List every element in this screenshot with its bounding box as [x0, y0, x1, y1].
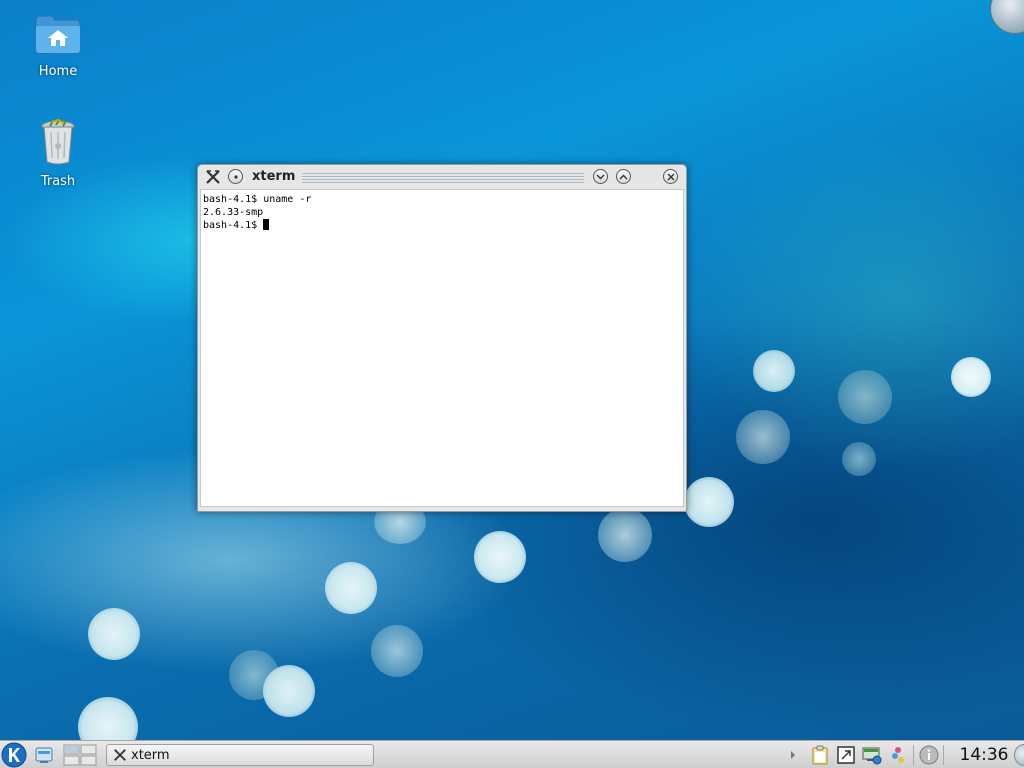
text-cursor — [263, 219, 270, 230]
desktop-toolbox-cashew[interactable] — [990, 0, 1024, 34]
close-icon[interactable] — [663, 169, 678, 184]
bokeh-light — [263, 665, 315, 717]
window-titlebar[interactable]: xterm — [198, 165, 686, 189]
network-icon[interactable] — [860, 743, 884, 767]
xterm-window[interactable]: xterm bash-4.1$ uname -r 2.6.33-smp bash-4… — [197, 164, 687, 512]
clock[interactable]: 14:36 — [944, 741, 1024, 768]
window-menu-icon[interactable] — [228, 169, 243, 184]
titlebar-decoration — [302, 173, 584, 183]
bokeh-light — [684, 477, 734, 527]
desktop-icon-label: Trash — [40, 174, 76, 189]
info-icon[interactable] — [916, 743, 942, 767]
taskbar: xterm 14:36 — [0, 740, 1024, 768]
taskbar-task-xterm[interactable]: xterm — [106, 744, 374, 766]
bokeh-light — [838, 370, 892, 424]
tray-expand-arrow-icon[interactable] — [786, 743, 800, 767]
clipboard-icon[interactable] — [808, 743, 832, 767]
terminal-prompt-line: bash-4.1$ — [203, 219, 681, 232]
file-manager-launcher-icon[interactable] — [32, 743, 56, 767]
device-notifier-icon[interactable] — [834, 743, 858, 767]
window-title: xterm — [252, 169, 296, 184]
bokeh-light — [842, 442, 876, 476]
terminal-line: bash-4.1$ — [203, 220, 264, 231]
folder-home-icon — [34, 15, 82, 60]
minimize-icon[interactable] — [593, 169, 608, 184]
bokeh-light — [88, 608, 140, 660]
bokeh-light — [736, 410, 790, 464]
desktop-icon-home[interactable]: Home — [18, 12, 98, 79]
terminal-line: bash-4.1$ uname -r — [203, 194, 312, 205]
bokeh-light — [753, 350, 795, 392]
xterm-icon[interactable] — [203, 167, 223, 187]
desktop-icon-label: Home — [38, 64, 78, 79]
color-icon[interactable] — [886, 743, 910, 767]
xterm-icon — [113, 748, 127, 762]
bokeh-light — [474, 531, 526, 583]
kde-kickoff-icon[interactable] — [0, 741, 28, 768]
terminal-area[interactable]: bash-4.1$ uname -r 2.6.33-smp bash-4.1$ — [200, 189, 684, 507]
terminal-line: 2.6.33-smp — [203, 207, 264, 218]
bokeh-light — [325, 562, 377, 614]
trash-icon — [38, 118, 78, 170]
bokeh-light — [951, 357, 991, 397]
maximize-icon[interactable] — [616, 169, 631, 184]
task-label: xterm — [131, 747, 170, 763]
bokeh-light — [598, 508, 652, 562]
bokeh-light — [371, 625, 423, 677]
pager-icon[interactable] — [62, 743, 98, 767]
tray-separator — [913, 745, 914, 765]
desktop-icon-trash[interactable]: Trash — [18, 118, 98, 189]
